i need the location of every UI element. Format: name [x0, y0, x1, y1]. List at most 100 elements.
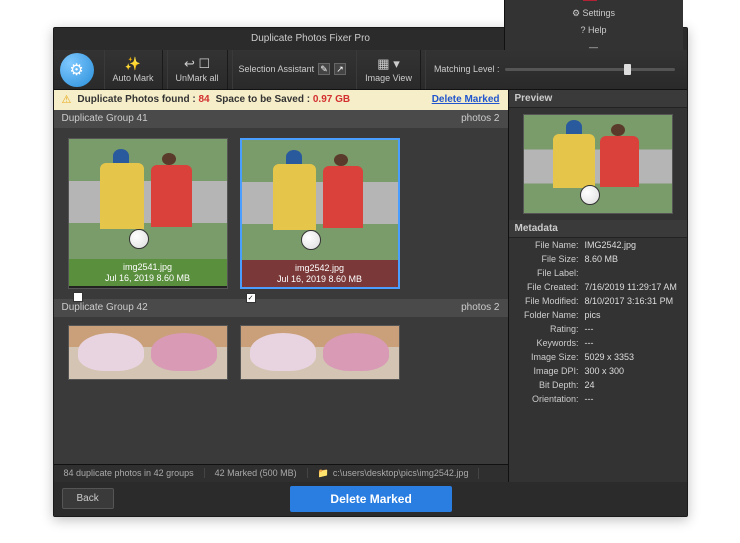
metadata-value: --- — [585, 394, 594, 404]
metadata-row: File Size:8.60 MB — [509, 252, 687, 266]
delete-marked-button[interactable]: Delete Marked — [290, 486, 451, 512]
metadata-value: 8.60 MB — [585, 254, 619, 264]
folder-icon: 📁 — [318, 468, 329, 479]
found-label: Duplicate Photos found : — [77, 94, 195, 105]
metadata-key: File Label: — [515, 268, 585, 278]
metadata-row: Keywords:--- — [509, 336, 687, 350]
group-title: Duplicate Group 41 — [62, 113, 148, 124]
wand-icon: ✨ — [125, 56, 141, 72]
language-flag[interactable]: ▾ — [583, 0, 604, 2]
bottom-bar: Back Delete Marked — [54, 482, 687, 516]
help-link[interactable]: ? Help — [580, 25, 606, 35]
delete-marked-link[interactable]: Delete Marked — [432, 94, 500, 105]
app-logo-icon: ⚙ — [60, 53, 94, 87]
metadata-key: File Created: — [515, 282, 585, 292]
preview-image[interactable] — [523, 114, 673, 214]
matching-level-label: Matching Level : — [434, 64, 500, 74]
metadata-row: Folder Name:pics — [509, 308, 687, 322]
metadata-row: Orientation:--- — [509, 392, 687, 406]
photo-card[interactable]: img2541.jpg Jul 16, 2019 8.60 MB — [68, 138, 228, 289]
status-bar: 84 duplicate photos in 42 groups 42 Mark… — [54, 464, 508, 482]
metadata-header: Metadata — [509, 220, 687, 238]
metadata-row: Bit Depth:24 — [509, 378, 687, 392]
group-photos: img2541.jpg Jul 16, 2019 8.60 MB ✓ img25… — [54, 128, 508, 299]
grid-icon: ▦ ▾ — [377, 56, 399, 72]
photo-caption: img2542.jpg Jul 16, 2019 8.60 MB — [242, 260, 398, 287]
photo-caption: img2541.jpg Jul 16, 2019 8.60 MB — [69, 259, 227, 286]
status-path: 📁c:\users\desktop\pics\img2542.jpg — [308, 468, 480, 479]
group-header[interactable]: Duplicate Group 41 photos 2 — [54, 110, 508, 128]
group-photo-count: photos 2 — [461, 302, 499, 313]
preview-section — [509, 108, 687, 220]
titlebar: Duplicate Photos Fixer Pro ▾ ⚙ Settings … — [54, 28, 687, 50]
photo-filename: img2542.jpg — [246, 263, 394, 273]
automark-button[interactable]: ✨ Auto Mark — [104, 50, 163, 89]
group-photos — [54, 317, 508, 380]
status-summary: 84 duplicate photos in 42 groups — [54, 468, 205, 478]
warning-icon: ⚠ — [62, 93, 72, 106]
metadata-key: Rating: — [515, 324, 585, 334]
selection-assistant-section: Selection Assistant ✎ ↗ — [232, 50, 353, 89]
photo-thumbnail[interactable] — [69, 139, 227, 259]
metadata-row: Image DPI:300 x 300 — [509, 364, 687, 378]
metadata-row: File Name:IMG2542.jpg — [509, 238, 687, 252]
back-button[interactable]: Back — [62, 488, 114, 509]
main-body: ⚠ Duplicate Photos found : 84 Space to b… — [54, 90, 687, 482]
metadata-key: Image DPI: — [515, 366, 585, 376]
preview-header: Preview — [509, 90, 687, 108]
results-panel: ⚠ Duplicate Photos found : 84 Space to b… — [54, 90, 508, 482]
group-header[interactable]: Duplicate Group 42 photos 2 — [54, 299, 508, 317]
matching-level-control: Matching Level : — [425, 50, 683, 89]
metadata-key: File Size: — [515, 254, 585, 264]
photo-checkbox[interactable] — [73, 292, 83, 302]
found-count: 84 — [198, 94, 209, 105]
group-title: Duplicate Group 42 — [62, 302, 148, 313]
metadata-key: Image Size: — [515, 352, 585, 362]
photo-filename: img2541.jpg — [73, 262, 223, 272]
metadata-value: --- — [585, 324, 594, 334]
metadata-value: 24 — [585, 380, 595, 390]
sidebar-panel: Preview Metadata File Name:IMG2542.jpgFi… — [508, 90, 687, 482]
metadata-row: File Created:7/16/2019 11:29:17 AM — [509, 280, 687, 294]
photo-thumbnail[interactable] — [242, 140, 398, 260]
slider-thumb[interactable] — [624, 64, 631, 75]
photo-thumbnail[interactable] — [240, 325, 400, 380]
matching-level-slider[interactable] — [505, 68, 674, 71]
photo-checkbox[interactable]: ✓ — [246, 293, 256, 303]
group-photo-count: photos 2 — [461, 113, 499, 124]
metadata-value: pics — [585, 310, 601, 320]
metadata-key: Orientation: — [515, 394, 585, 404]
settings-link[interactable]: ⚙ Settings — [572, 8, 615, 19]
metadata-row: Rating:--- — [509, 322, 687, 336]
photo-meta: Jul 16, 2019 8.60 MB — [277, 274, 362, 284]
photo-thumbnail[interactable] — [68, 325, 228, 380]
metadata-key: File Name: — [515, 240, 585, 250]
metadata-value: 5029 x 3353 — [585, 352, 635, 362]
metadata-value: --- — [585, 338, 594, 348]
metadata-key: Keywords: — [515, 338, 585, 348]
metadata-value: 7/16/2019 11:29:17 AM — [585, 282, 677, 292]
metadata-row: File Modified:8/10/2017 3:16:31 PM — [509, 294, 687, 308]
metadata-value: 8/10/2017 3:16:31 PM — [585, 296, 674, 306]
app-window: Duplicate Photos Fixer Pro ▾ ⚙ Settings … — [53, 27, 688, 517]
metadata-key: File Modified: — [515, 296, 585, 306]
metadata-key: Folder Name: — [515, 310, 585, 320]
window-title: Duplicate Photos Fixer Pro — [118, 33, 504, 44]
metadata-row: File Label: — [509, 266, 687, 280]
info-bar: ⚠ Duplicate Photos found : 84 Space to b… — [54, 90, 508, 110]
photo-meta: Jul 16, 2019 8.60 MB — [105, 273, 190, 283]
metadata-value: IMG2542.jpg — [585, 240, 637, 250]
image-view-button[interactable]: ▦ ▾ Image View — [356, 50, 421, 89]
metadata-row: Image Size:5029 x 3353 — [509, 350, 687, 364]
status-marked: 42 Marked (500 MB) — [205, 468, 308, 478]
selection-tool-2[interactable]: ↗ — [334, 63, 346, 75]
unmarkall-button[interactable]: ↩ ☐ UnMark all — [167, 50, 228, 89]
photo-card[interactable]: ✓ img2542.jpg Jul 16, 2019 8.60 MB — [240, 138, 400, 289]
metadata-key: Bit Depth: — [515, 380, 585, 390]
selection-assistant-label: Selection Assistant — [239, 64, 315, 74]
selection-tool-1[interactable]: ✎ — [318, 63, 330, 75]
metadata-value: 300 x 300 — [585, 366, 625, 376]
unmark-icon: ↩ ☐ — [184, 56, 210, 72]
space-label: Space to be Saved : — [216, 94, 310, 105]
metadata-list: File Name:IMG2542.jpgFile Size:8.60 MBFi… — [509, 238, 687, 482]
